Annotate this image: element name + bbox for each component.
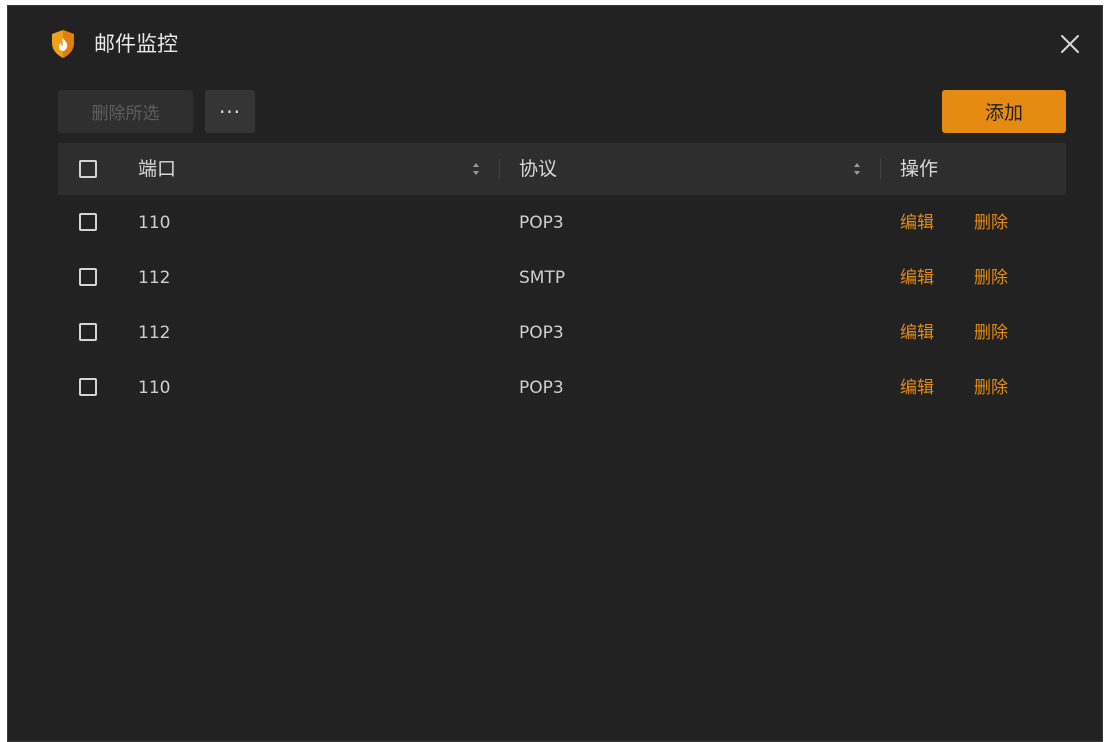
- port-cell: 112: [138, 323, 171, 343]
- protocol-cell: POP3: [519, 213, 564, 233]
- mail-monitor-dialog: 邮件监控 删除所选 ··· 添加 端口 协议 操作 110 POP3 编辑 删除…: [7, 5, 1103, 742]
- toolbar: 删除所选 ··· 添加: [8, 90, 1102, 138]
- edit-link[interactable]: 编辑: [900, 360, 934, 415]
- delete-link[interactable]: 删除: [974, 250, 1008, 305]
- edit-link[interactable]: 编辑: [900, 195, 934, 250]
- protocol-cell: POP3: [519, 323, 564, 343]
- port-cell: 110: [138, 213, 171, 233]
- table-row: 110 POP3 编辑 删除: [58, 195, 1066, 250]
- close-icon[interactable]: [1058, 32, 1082, 56]
- window-title: 邮件监控: [94, 32, 178, 56]
- add-button[interactable]: 添加: [942, 90, 1066, 133]
- column-divider: [499, 159, 500, 179]
- delete-link[interactable]: 删除: [974, 195, 1008, 250]
- more-button[interactable]: ···: [205, 90, 255, 133]
- table-row: 110 POP3 编辑 删除: [58, 360, 1066, 415]
- column-divider: [880, 159, 881, 179]
- row-checkbox[interactable]: [79, 378, 97, 396]
- column-header-port: 端口: [138, 158, 177, 180]
- table-row: 112 POP3 编辑 删除: [58, 305, 1066, 360]
- edit-link[interactable]: 编辑: [900, 305, 934, 360]
- port-cell: 110: [138, 378, 171, 398]
- row-checkbox[interactable]: [79, 213, 97, 231]
- port-cell: 112: [138, 268, 171, 288]
- shield-flame-icon: [52, 30, 74, 58]
- protocol-cell: POP3: [519, 378, 564, 398]
- select-all-checkbox[interactable]: [79, 160, 97, 178]
- delete-link[interactable]: 删除: [974, 360, 1008, 415]
- sort-icon[interactable]: [853, 162, 861, 176]
- row-checkbox[interactable]: [79, 323, 97, 341]
- table-row: 112 SMTP 编辑 删除: [58, 250, 1066, 305]
- delete-selected-button[interactable]: 删除所选: [58, 90, 193, 133]
- title-bar: 邮件监控: [8, 6, 1102, 84]
- table-header: 端口 协议 操作: [58, 143, 1066, 195]
- port-table: 端口 协议 操作 110 POP3 编辑 删除 112 SMTP 编辑 删除 1…: [58, 143, 1066, 415]
- column-header-actions: 操作: [900, 158, 939, 180]
- column-header-protocol: 协议: [519, 158, 558, 180]
- row-checkbox[interactable]: [79, 268, 97, 286]
- delete-link[interactable]: 删除: [974, 305, 1008, 360]
- sort-icon[interactable]: [472, 162, 480, 176]
- edit-link[interactable]: 编辑: [900, 250, 934, 305]
- protocol-cell: SMTP: [519, 268, 566, 288]
